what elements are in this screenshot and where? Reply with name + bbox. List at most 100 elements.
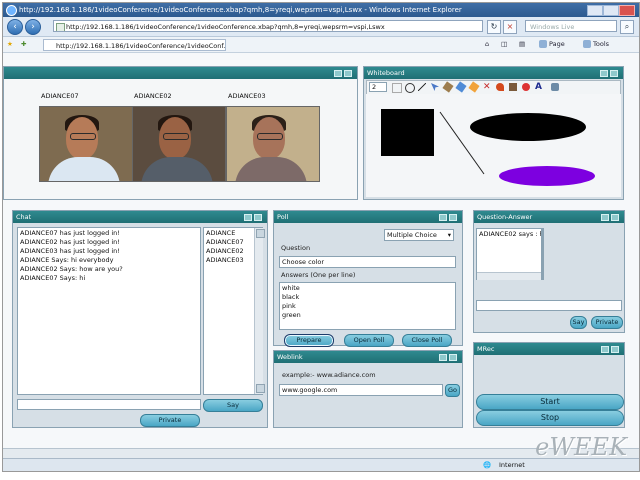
participant-shirt [141, 157, 213, 181]
chat-user[interactable]: ADIANCE07 [206, 238, 260, 247]
close-poll-button[interactable]: Close Poll [402, 334, 452, 347]
stop-icon[interactable]: × [503, 20, 517, 34]
eweek-watermark: eWEEK [535, 433, 627, 461]
whiteboard-toolbar: 2 ✕ A [366, 80, 621, 95]
participant-shirt [235, 157, 307, 181]
qa-private-button[interactable]: Private [591, 316, 623, 329]
chat-private-button[interactable]: Private [140, 414, 200, 427]
delete-tool-icon[interactable]: ✕ [483, 83, 491, 92]
feeds-icon[interactable]: ◫ [501, 39, 507, 50]
maximize-icon[interactable] [603, 5, 619, 16]
qa-say-button[interactable]: Say [570, 316, 587, 329]
scroll-down-icon[interactable] [256, 384, 265, 393]
home-icon[interactable]: ⌂ [485, 39, 489, 50]
open-poll-button[interactable]: Open Poll [344, 334, 394, 347]
whiteboard-canvas[interactable] [366, 94, 621, 197]
maximize-panel-icon[interactable] [610, 70, 618, 77]
participant-shirt [48, 157, 120, 181]
weblink-url-input[interactable]: www.google.com [279, 384, 443, 396]
line-tool-icon[interactable] [418, 83, 426, 91]
mrec-start-button[interactable]: Start [476, 394, 624, 410]
chat-say-button[interactable]: Say [203, 399, 263, 412]
chat-user[interactable]: ADIANCE03 [206, 256, 260, 265]
qa-input[interactable] [476, 300, 622, 311]
drawn-ellipse-black [470, 113, 586, 141]
marker-tool-icon[interactable] [468, 81, 480, 93]
glasses-icon [257, 133, 283, 140]
glasses-icon [163, 133, 189, 140]
minimize-panel-icon[interactable] [601, 214, 609, 221]
mrec-stop-button[interactable]: Stop [476, 410, 624, 426]
pointer-tool-icon[interactable] [431, 83, 439, 91]
text-tool-icon[interactable]: A [535, 83, 543, 92]
minimize-panel-icon[interactable] [334, 70, 342, 77]
video-feed-3[interactable] [226, 106, 320, 182]
pen-tool-icon[interactable] [455, 81, 467, 93]
chevron-down-icon: ▾ [447, 231, 451, 239]
window-title: http://192.168.1.186/1videoConference/1v… [19, 6, 462, 14]
qa-header: Question-Answer [474, 211, 624, 223]
rectangle-tool-icon[interactable] [392, 83, 402, 93]
browser-tab[interactable]: http://192.168.1.186/1videoConference/1v… [43, 39, 226, 51]
search-icon[interactable]: ⌕ [620, 20, 634, 34]
minimize-panel-icon[interactable] [439, 354, 447, 361]
minimize-panel-icon[interactable] [601, 346, 609, 353]
qa-divider [542, 228, 544, 280]
chat-user[interactable]: ADIANCE [206, 229, 260, 238]
fill-tool-icon[interactable] [496, 83, 504, 91]
ellipse-tool-icon[interactable] [405, 83, 415, 93]
back-icon[interactable]: ‹ [7, 19, 23, 35]
chat-user[interactable]: ADIANCE02 [206, 247, 260, 256]
print-icon[interactable]: ▤ [519, 39, 525, 50]
minimize-panel-icon[interactable] [244, 214, 252, 221]
clear-tool-icon[interactable] [551, 83, 559, 91]
poll-answer: green [282, 311, 301, 319]
poll-question-label: Question [281, 244, 311, 252]
minimize-panel-icon[interactable] [439, 214, 447, 221]
chat-input[interactable] [17, 399, 201, 410]
favorites-star-icon[interactable]: ★ [7, 39, 13, 50]
page-icon [56, 23, 65, 31]
brush-size-select[interactable]: 2 [369, 82, 387, 92]
maximize-panel-icon[interactable] [611, 214, 619, 221]
eraser-tool-icon[interactable] [509, 83, 517, 91]
poll-question-input[interactable]: Choose color [279, 256, 456, 268]
weblink-title: Weblink [277, 353, 303, 361]
video-feed-2[interactable] [132, 106, 226, 182]
address-bar[interactable]: http://192.168.1.186/1videoConference/1v… [53, 20, 483, 32]
maximize-panel-icon[interactable] [254, 214, 262, 221]
video-feed-1[interactable] [39, 106, 133, 182]
minimize-icon[interactable] [587, 5, 603, 16]
poll-answers-label: Answers (One per line) [281, 271, 356, 279]
maximize-panel-icon[interactable] [449, 214, 457, 221]
refresh-icon[interactable]: ↻ [487, 20, 501, 34]
scroll-up-icon[interactable] [256, 229, 265, 238]
chat-message: ADIANCE03 has just logged in! [20, 247, 120, 255]
maximize-panel-icon[interactable] [611, 346, 619, 353]
chat-messages[interactable]: ADIANCE07 has just logged in! ADIANCE02 … [17, 227, 201, 395]
weblink-go-button[interactable]: Go [445, 384, 460, 397]
search-input[interactable]: Windows Live [525, 20, 617, 32]
whiteboard-panel: Whiteboard 2 ✕ A [363, 66, 624, 200]
maximize-panel-icon[interactable] [449, 354, 457, 361]
whiteboard-title: Whiteboard [367, 69, 405, 77]
poll-answers-textarea[interactable]: white black pink green [279, 282, 456, 330]
weblink-header: Weblink [274, 351, 462, 363]
favorites-bar: ★ ✚ http://192.168.1.186/1videoConferenc… [3, 37, 639, 53]
close-icon[interactable] [619, 5, 635, 16]
poll-type-select[interactable]: Multiple Choice ▾ [384, 229, 454, 241]
page-menu-label: Page [549, 40, 565, 48]
poll-answer: pink [282, 302, 296, 310]
chat-user-scrollbar[interactable] [254, 228, 265, 394]
pencil-tool-icon[interactable] [442, 81, 454, 93]
qa-horizontal-scrollbar[interactable] [477, 272, 541, 280]
poll-prepare-button[interactable]: Prepare [284, 334, 334, 347]
qa-entry: ADIANCE02 says : hi [479, 230, 542, 238]
tools-menu[interactable]: Tools [583, 39, 609, 50]
add-favorite-icon[interactable]: ✚ [21, 39, 26, 50]
forward-icon[interactable]: › [25, 19, 41, 35]
page-menu[interactable]: Page [539, 39, 565, 50]
color-tool-icon[interactable] [522, 83, 530, 91]
minimize-panel-icon[interactable] [600, 70, 608, 77]
maximize-panel-icon[interactable] [344, 70, 352, 77]
